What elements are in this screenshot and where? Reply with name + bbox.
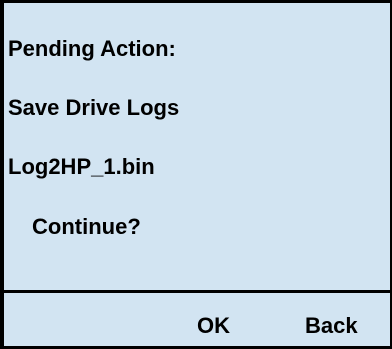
softkey-divider: [4, 290, 390, 293]
back-softkey[interactable]: Back: [305, 313, 358, 339]
dialog-title: Pending Action:: [8, 36, 176, 61]
continue-prompt: Continue?: [32, 214, 141, 239]
ok-softkey[interactable]: OK: [197, 313, 230, 339]
lcd-screen: Pending Action: Save Drive Logs Log2HP_1…: [0, 0, 392, 349]
pending-action-name: Save Drive Logs: [8, 95, 180, 120]
log-filename: Log2HP_1.bin: [8, 154, 155, 179]
